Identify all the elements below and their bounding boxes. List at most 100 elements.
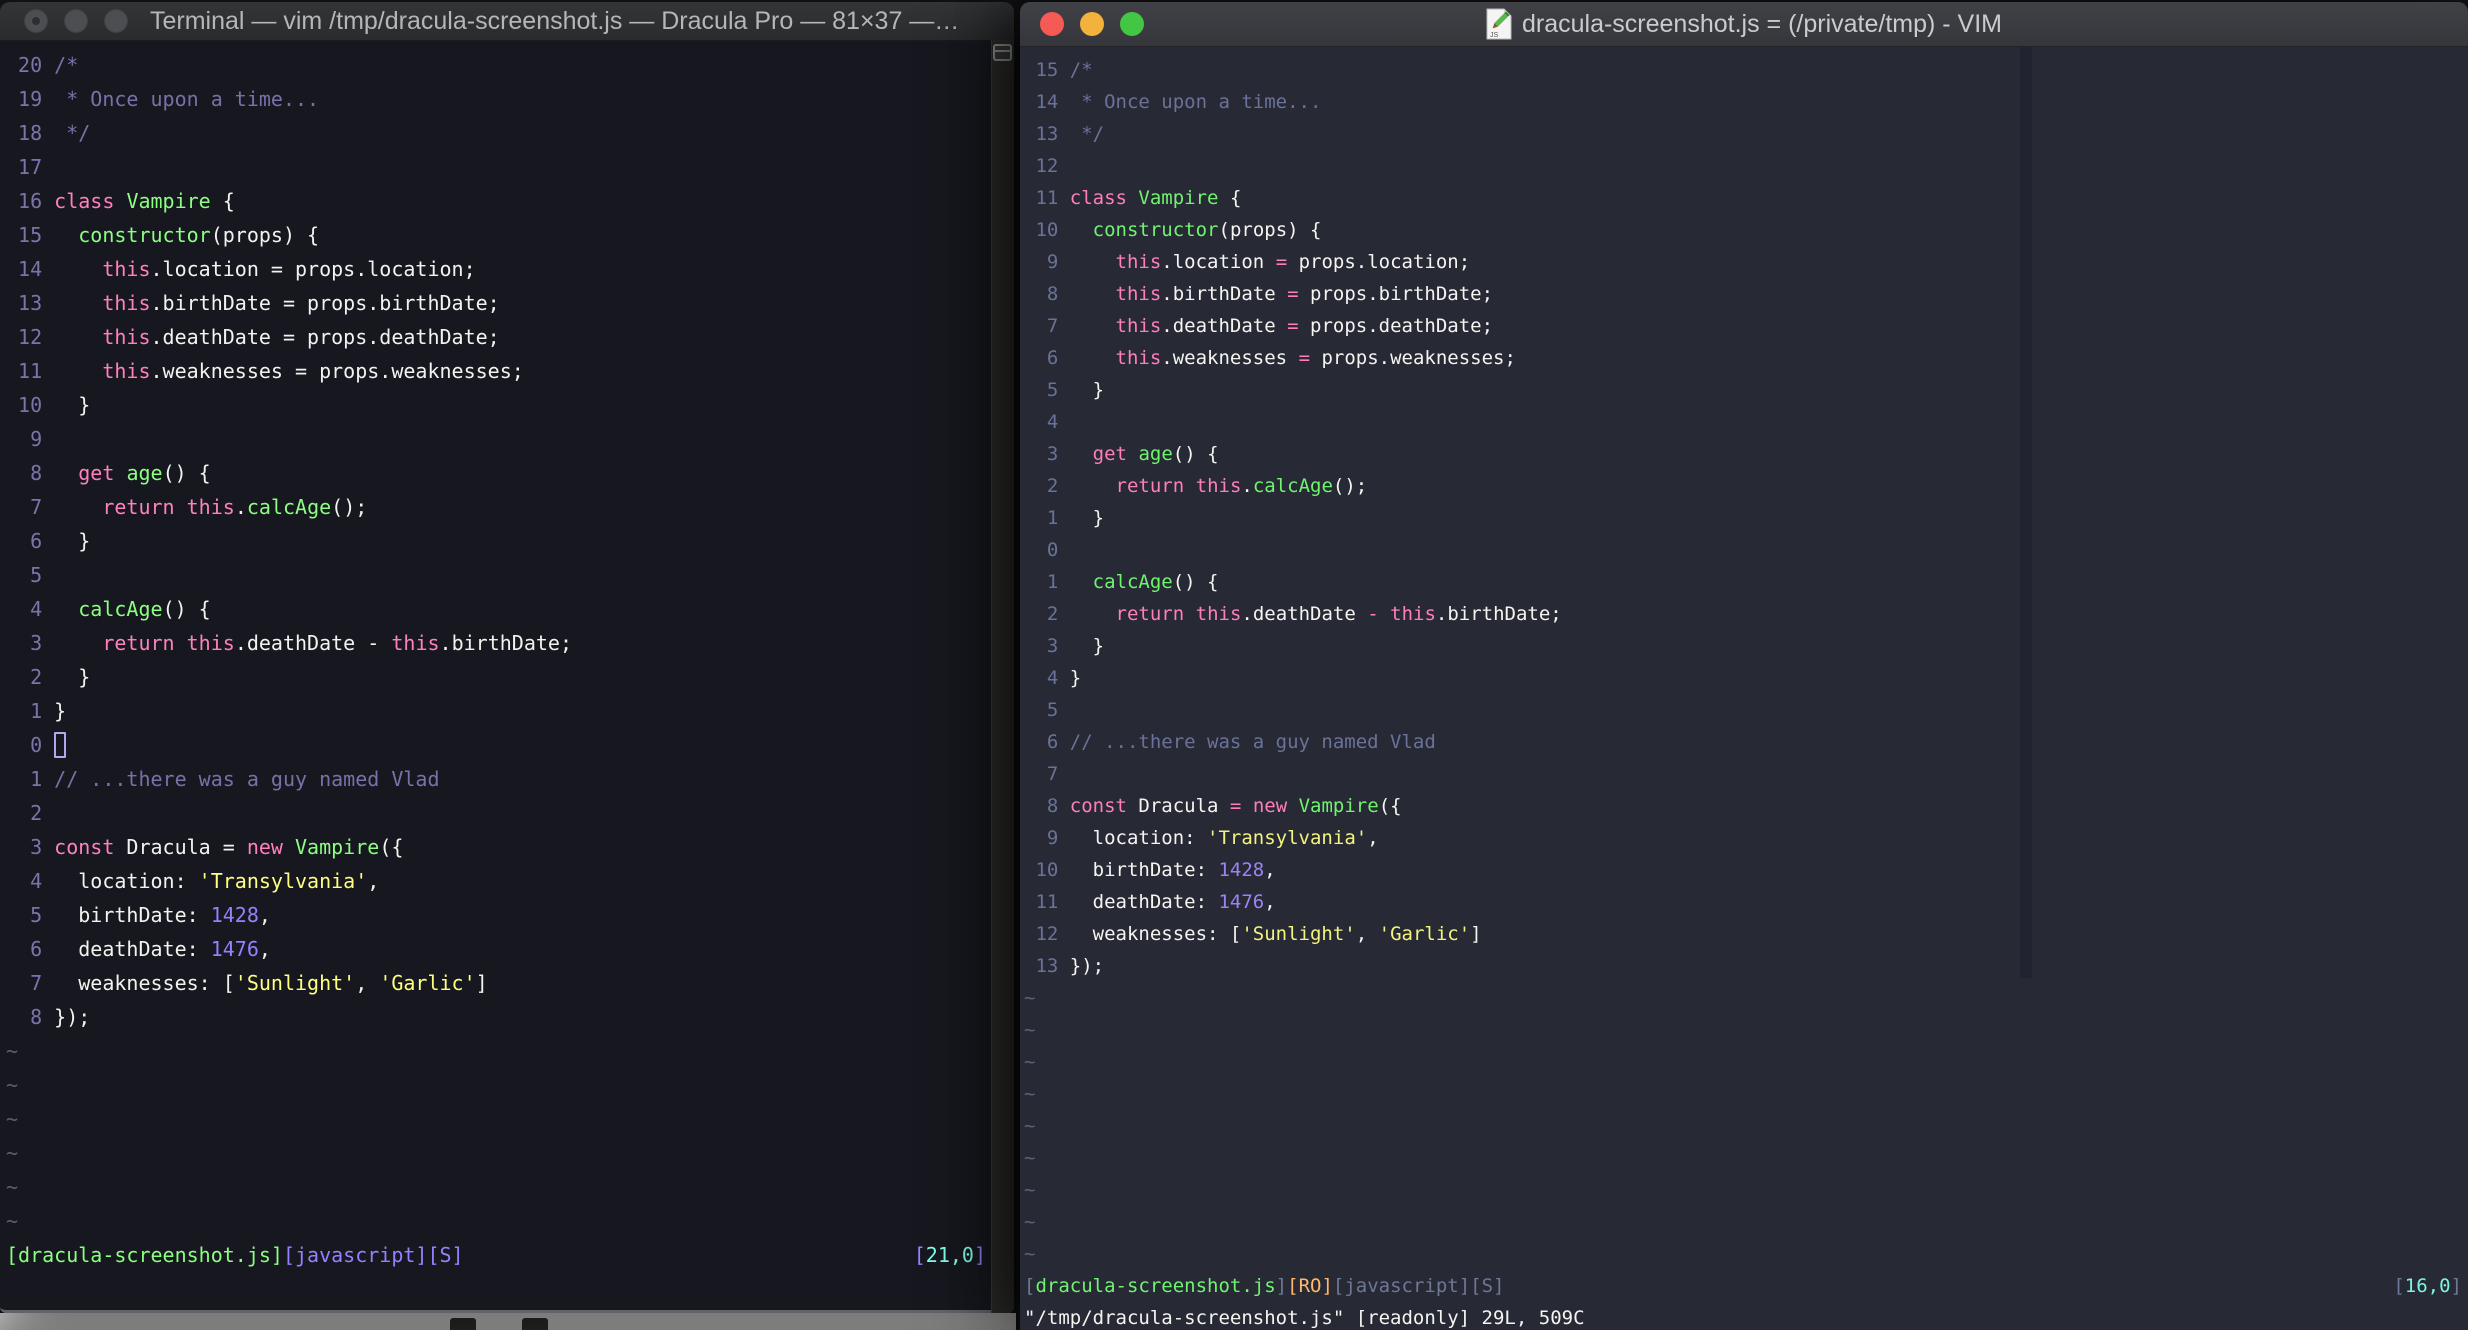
code-line: 4 xyxy=(1024,406,2468,438)
vim-statusline: [dracula-screenshot.js][javascript][S] [2… xyxy=(6,1243,986,1267)
line-number: 6 xyxy=(6,529,55,553)
line-number: 18 xyxy=(6,121,55,145)
line-number: 11 xyxy=(1024,891,1070,913)
code-line: 1 calcAge() { xyxy=(1024,571,1219,593)
code-line: ~ xyxy=(1024,987,1036,1009)
vim-buffer-right[interactable]: 15 /* 14 * Once upon a time... 13 */ 12 … xyxy=(1020,46,2468,1330)
code-line: 16 class Vampire { xyxy=(6,189,235,213)
line-number: 9 xyxy=(1024,827,1070,849)
code-line: 2 return this.deathDate - this.birthDate… xyxy=(1024,603,1562,625)
code-line: 8 get age() { xyxy=(6,461,211,485)
code-line: 7 this.deathDate = props.deathDate; xyxy=(1024,315,1494,337)
split-pane-button[interactable] xyxy=(993,44,1012,61)
background-glyph xyxy=(522,1318,548,1330)
line-number: 9 xyxy=(6,427,55,451)
vim-buffer-left[interactable]: 20 /* 19 * Once upon a time... 18 */ 1 7 … xyxy=(0,40,992,1310)
line-number: 11 xyxy=(6,359,55,383)
code-line: 14 this.location = props.location; xyxy=(6,257,476,281)
zoom-button[interactable] xyxy=(1120,12,1144,36)
line-number: 12 xyxy=(1024,923,1070,945)
line-number: 2 xyxy=(6,665,55,689)
line-number: 3 xyxy=(1024,443,1070,465)
code-line: 5 birthDate: 1428, xyxy=(6,903,271,927)
code-line: 2 } xyxy=(6,665,91,689)
line-number: 7 xyxy=(1024,315,1070,337)
code-line: 15 constructor(props) { xyxy=(6,223,320,247)
close-button[interactable] xyxy=(1040,12,1064,36)
minimize-button[interactable] xyxy=(64,9,88,33)
code-line: 3 } xyxy=(1024,635,1105,657)
line-number: 13 xyxy=(1024,955,1070,977)
svg-text:JS: JS xyxy=(1490,32,1499,39)
code-line: 10 } xyxy=(6,393,91,417)
code-line: 15 /* xyxy=(1024,59,1093,81)
minimize-button[interactable] xyxy=(1080,12,1104,36)
code-line: 10 constructor(props) { xyxy=(1024,219,1322,241)
line-number: 19 xyxy=(6,87,55,111)
code-line: 3 get age() { xyxy=(1024,443,1219,465)
line-number: 4 xyxy=(6,869,55,893)
code-line: ~ xyxy=(6,1107,19,1131)
code-line: 20 /* xyxy=(6,53,79,77)
line-number: 10 xyxy=(1024,219,1070,241)
terminal-titlebar[interactable]: Terminal — vim /tmp/dracula-screenshot.j… xyxy=(0,2,1014,41)
code-line: 5 xyxy=(6,558,992,592)
line-number: 4 xyxy=(6,597,55,621)
code-line: 4 location: 'Transylvania', xyxy=(6,869,380,893)
code-line: 4 calcAge() { xyxy=(6,597,211,621)
code-line: 9 xyxy=(6,422,992,456)
code-line: 13 this.birthDate = props.birthDate; xyxy=(6,291,500,315)
line-number: 1 xyxy=(6,767,55,791)
code-line: 6 } xyxy=(6,529,91,553)
line-number: 17 xyxy=(6,155,55,179)
line-number: 7 xyxy=(6,971,55,995)
code-line: 9 location: 'Transylvania', xyxy=(1024,827,1379,849)
line-number: 16 xyxy=(6,189,55,213)
line-number: 12 xyxy=(1024,155,1070,177)
line-number: 2 xyxy=(1024,475,1070,497)
code-line: 0 xyxy=(1024,534,2468,566)
code-line: ~ xyxy=(1024,1243,1036,1265)
line-number: 3 xyxy=(1024,635,1070,657)
line-number: 3 xyxy=(6,835,55,859)
code-line: 8 const Dracula = new Vampire({ xyxy=(1024,795,1402,817)
code-line: 7 weaknesses: ['Sunlight', 'Garlic'] xyxy=(6,971,488,995)
code-line: 11 deathDate: 1476, xyxy=(1024,891,1276,913)
line-number: 6 xyxy=(1024,731,1070,753)
close-button[interactable] xyxy=(24,9,48,33)
terminal-scrollbar[interactable] xyxy=(991,40,1014,1313)
code-line: ~ xyxy=(6,1141,19,1165)
macvim-titlebar[interactable]: JS dracula-screenshot.js = (/private/tmp… xyxy=(1020,2,2468,47)
vim-commandline: "/tmp/dracula-screenshot.js" [readonly] … xyxy=(1024,1307,1585,1329)
code-line: 14 * Once upon a time... xyxy=(1024,91,1322,113)
line-number: 2 xyxy=(1024,603,1070,625)
code-line: 3 const Dracula = new Vampire({ xyxy=(6,835,404,859)
zoom-button[interactable] xyxy=(104,9,128,33)
line-number: 5 xyxy=(1024,379,1070,401)
code-line: 6 deathDate: 1476, xyxy=(6,937,271,961)
code-line: 1 } xyxy=(6,699,67,723)
line-number: 4 xyxy=(1024,667,1070,689)
line-number: 8 xyxy=(1024,283,1070,305)
code-line: 9 this.location = props.location; xyxy=(1024,251,1471,273)
code-line: 4 } xyxy=(1024,667,1082,689)
code-line: 2 xyxy=(6,796,992,830)
code-line: ~ xyxy=(1024,1083,1036,1105)
line-number: 15 xyxy=(6,223,55,247)
code-line: 3 return this.deathDate - this.birthDate… xyxy=(6,631,572,655)
code-line: ~ xyxy=(6,1175,19,1199)
code-line: 7 xyxy=(1024,758,2468,790)
line-number: 4 xyxy=(1024,411,1070,433)
macvim-window-title: dracula-screenshot.js = (/private/tmp) -… xyxy=(1521,9,2003,38)
code-line: ~ xyxy=(6,1039,19,1063)
code-line: 18 */ xyxy=(6,121,91,145)
line-number: 0 xyxy=(1024,539,1070,561)
code-line: 12 xyxy=(1024,150,2468,182)
line-number: 5 xyxy=(6,903,55,927)
line-number: 13 xyxy=(6,291,55,315)
macvim-window: JS dracula-screenshot.js = (/private/tmp… xyxy=(1020,2,2468,1330)
code-line: 0 xyxy=(6,728,992,762)
code-line: 8 this.birthDate = props.birthDate; xyxy=(1024,283,1494,305)
line-number: 7 xyxy=(1024,763,1070,785)
line-number: 14 xyxy=(1024,91,1070,113)
